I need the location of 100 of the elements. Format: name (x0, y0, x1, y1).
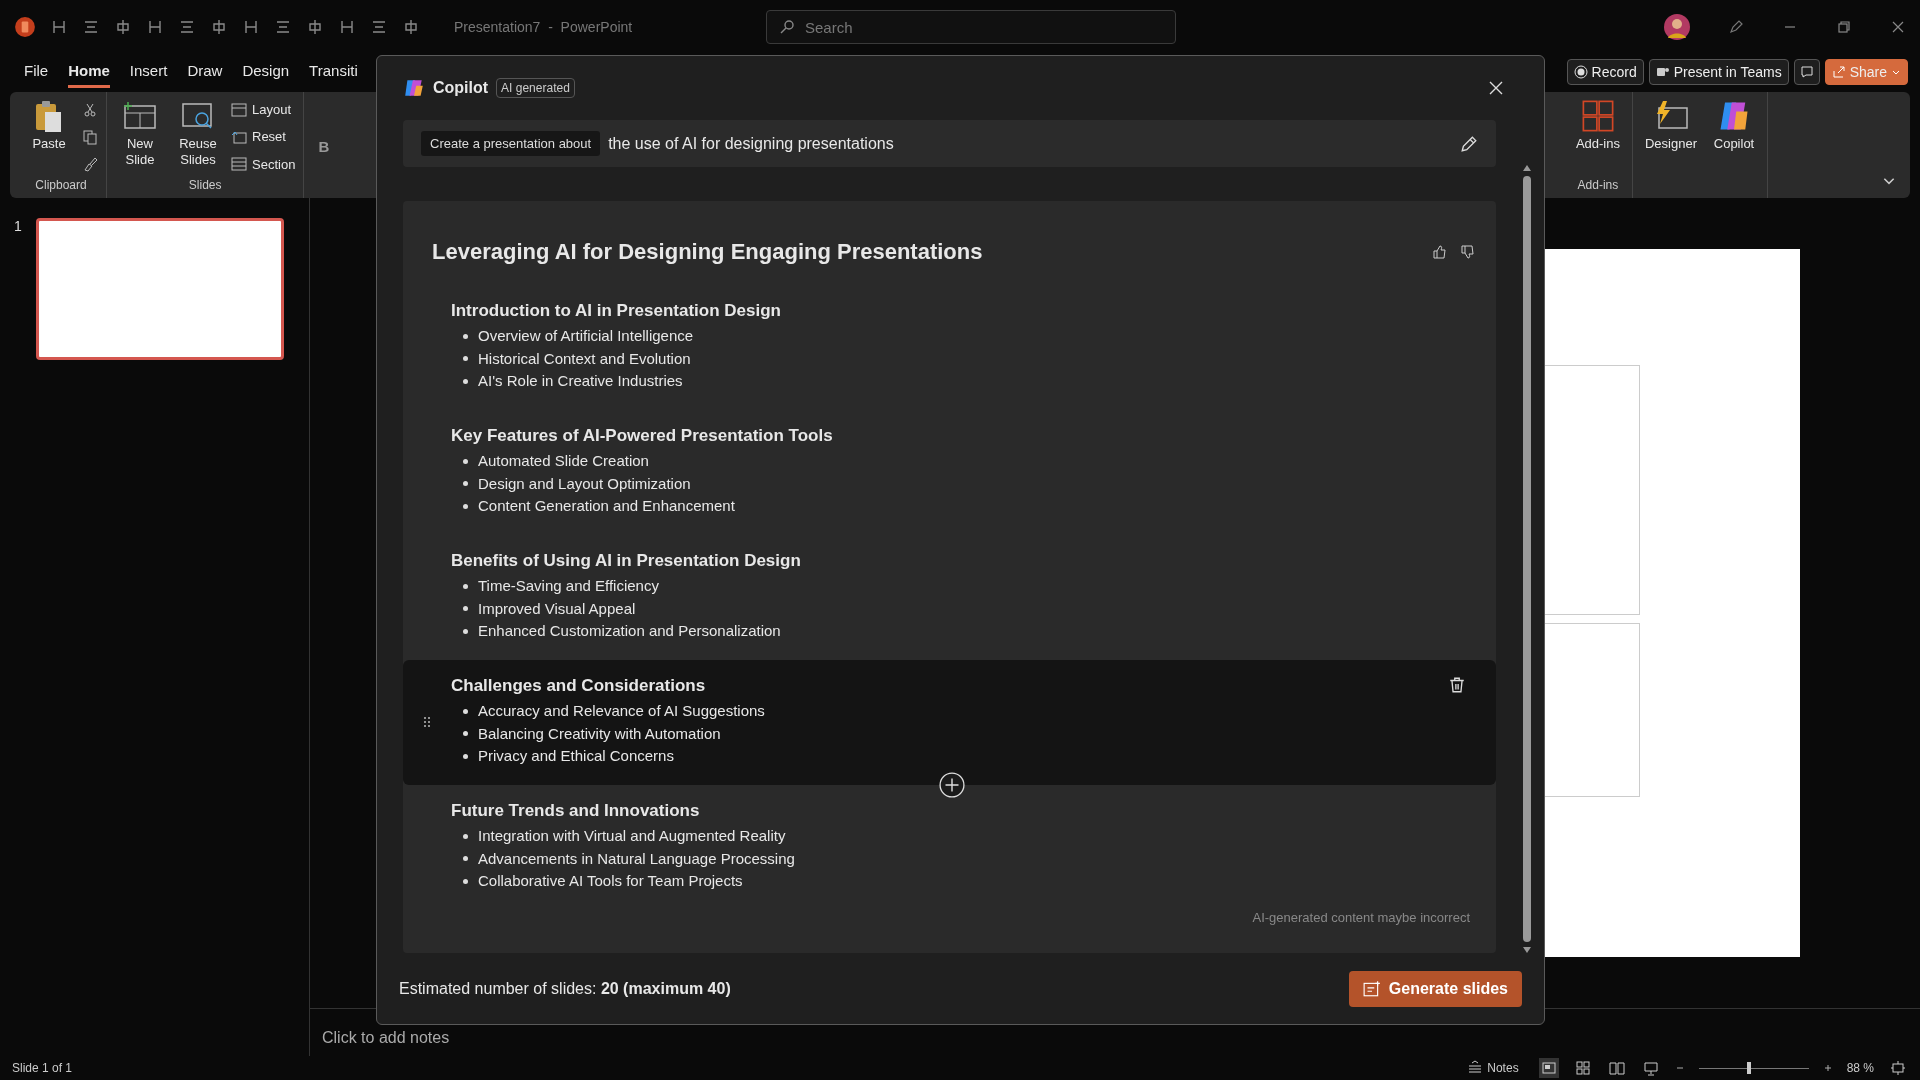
slide-number: 1 (14, 218, 22, 236)
present-in-teams-button[interactable]: Present in Teams (1648, 59, 1789, 85)
toolbar-icon[interactable] (274, 18, 292, 36)
section-heading: Key Features of AI-Powered Presentation Tools (451, 426, 833, 446)
generate-slides-button[interactable]: Generate slides (1348, 971, 1522, 1007)
record-button[interactable]: Record (1566, 59, 1644, 85)
outline-title: Leveraging AI for Designing Engaging Presentations (432, 239, 983, 265)
brush-icon[interactable] (82, 156, 98, 173)
search-field[interactable]: Search (805, 11, 1163, 43)
reset-button[interactable]: Reset (231, 129, 296, 145)
outline-section[interactable]: Challenges and Considerations Accuracy and Relevance of AI Suggestions Balancing Creativity with Automation Privacy and Ethical Concerns (403, 660, 1496, 785)
bullet-icon (463, 753, 468, 759)
add-section-icon[interactable] (939, 772, 965, 798)
comments-button[interactable] (1793, 59, 1820, 85)
bullet-icon (463, 333, 468, 339)
toolbar-icon[interactable] (210, 18, 228, 36)
scissors-icon[interactable] (82, 101, 98, 118)
bullet-icon (463, 628, 468, 634)
ai-generated-badge: AI generated (496, 78, 575, 98)
bullet-text: AI's Role in Creative Industries (478, 371, 683, 391)
disclaimer: AI-generated content maybe incorrect (1252, 910, 1470, 925)
slide-estimate: Estimated number of slides: 20 (maximum 40) (399, 980, 731, 998)
bullet-icon (463, 583, 468, 589)
section-button[interactable]: Section (231, 156, 296, 173)
drag-handle-icon[interactable] (423, 716, 431, 728)
layout-icon (231, 101, 247, 118)
toolbar-icon[interactable] (146, 18, 164, 36)
slide-thumbnail[interactable] (35, 218, 284, 360)
pencil-icon[interactable] (1460, 134, 1478, 153)
toolbar-icon[interactable] (370, 18, 388, 36)
notes-button[interactable]: Notes (1461, 1059, 1525, 1077)
bullet-text: Overview of Artificial Intelligence (478, 326, 694, 346)
bullet-icon (463, 606, 468, 612)
bullet-text: Enhanced Customization and Personalization (478, 621, 781, 641)
ribbon-tab[interactable]: Transiti (309, 56, 358, 88)
bullet-text: Privacy and Ethical Concerns (478, 746, 674, 766)
reset-icon (231, 129, 247, 145)
section-heading: Introduction to AI in Presentation Design (451, 301, 781, 321)
scroll-up-icon[interactable] (1522, 164, 1532, 172)
bullet-icon (463, 378, 468, 384)
avatar[interactable] (1664, 14, 1690, 40)
share-icon (1831, 65, 1846, 79)
ribbon-tab[interactable]: Home (68, 56, 110, 88)
bullet-icon (463, 356, 468, 362)
bullet-text: Integration with Virtual and Augmented Reality (478, 826, 786, 846)
copy-icon[interactable] (82, 129, 98, 145)
fit-slide-icon[interactable] (1888, 1058, 1908, 1078)
outline-section[interactable]: Future Trends and Innovations Integration with Virtual and Augmented Reality Advancements in Natural Language Processing Collaborative AI Tools for Team Projects (403, 785, 1496, 910)
bullet-icon (463, 503, 468, 509)
bullet-icon (463, 458, 468, 464)
outline-section[interactable]: Benefits of Using AI in Presentation Design Time-Saving and Efficiency Improved Visual Appeal Enhanced Customization and Personalization (403, 535, 1496, 660)
toolbar-icon[interactable] (178, 18, 196, 36)
close-icon[interactable] (1488, 80, 1504, 96)
toolbar-icon[interactable] (306, 18, 324, 36)
paste-button[interactable]: Paste (24, 96, 74, 178)
normal-view-icon[interactable] (1538, 1058, 1559, 1078)
new-slide-button[interactable]: New Slide (115, 96, 165, 178)
bold-button[interactable]: B (312, 136, 336, 156)
search-box[interactable]: Search (766, 10, 1176, 44)
notes-icon (1467, 1060, 1484, 1076)
layout-button[interactable]: Layout (231, 101, 296, 118)
toolbar-icon[interactable] (402, 18, 420, 36)
zoom-level[interactable]: 88 % (1846, 1061, 1874, 1075)
outline-section[interactable]: Introduction to AI in Presentation Design Overview of Artificial Intelligence Historical Context and Evolution AI's Role in Creative Industries (403, 285, 1496, 410)
restore-icon[interactable] (1836, 19, 1852, 35)
bullet-icon (463, 708, 468, 714)
thumbs-down-icon[interactable] (1460, 244, 1476, 260)
prompt-box[interactable]: Create a presentation about the use of AI for designing presentations (403, 120, 1496, 167)
notes-placeholder[interactable]: Click to add notes (322, 1029, 450, 1046)
bullet-icon (463, 833, 468, 839)
toolbar-icon[interactable] (114, 18, 132, 36)
bullet-icon (463, 878, 468, 884)
reuse-slides-button[interactable]: Reuse Slides (173, 96, 223, 178)
trash-icon[interactable] (1448, 676, 1466, 694)
comment-icon (1799, 65, 1814, 79)
thumbs-up-icon[interactable] (1432, 244, 1448, 260)
toolbar-icon[interactable] (50, 18, 68, 36)
ribbon-tab[interactable]: Insert (129, 56, 168, 88)
bullet-text: Time-Saving and Efficiency (478, 576, 659, 596)
ribbon-tab[interactable]: Design (242, 56, 290, 88)
prompt-prefix: Create a presentation about (421, 131, 601, 156)
group-label: Clipboard (34, 178, 88, 194)
close-icon[interactable] (1890, 19, 1906, 35)
prompt-text: the use of AI for designing presentations (608, 134, 894, 153)
section-heading: Benefits of Using AI in Presentation Design (451, 551, 801, 571)
ribbon-tab[interactable]: Draw (187, 56, 223, 88)
toolbar-icon[interactable] (82, 18, 100, 36)
scroll-down-icon[interactable] (1522, 946, 1532, 954)
record-icon (1573, 65, 1588, 79)
bullet-text: Collaborative AI Tools for Team Projects (478, 871, 743, 891)
outline-section[interactable]: Key Features of AI-Powered Presentation Tools Automated Slide Creation Design and Layout Optimization Content Generation and Enhancement (403, 410, 1496, 535)
designer-button[interactable]: Designer (1640, 96, 1701, 196)
zoom-in-icon[interactable] (1822, 1063, 1833, 1073)
toolbar-icon[interactable] (338, 18, 356, 36)
toolbar-icon[interactable] (242, 18, 260, 36)
pen-icon[interactable] (1728, 19, 1744, 35)
group-label: Add-ins (1576, 178, 1620, 194)
copilot-button[interactable]: Copilot (1709, 96, 1759, 196)
ribbon-tab[interactable]: File (24, 56, 49, 88)
add-ins-button[interactable]: Add-ins (1571, 96, 1624, 178)
